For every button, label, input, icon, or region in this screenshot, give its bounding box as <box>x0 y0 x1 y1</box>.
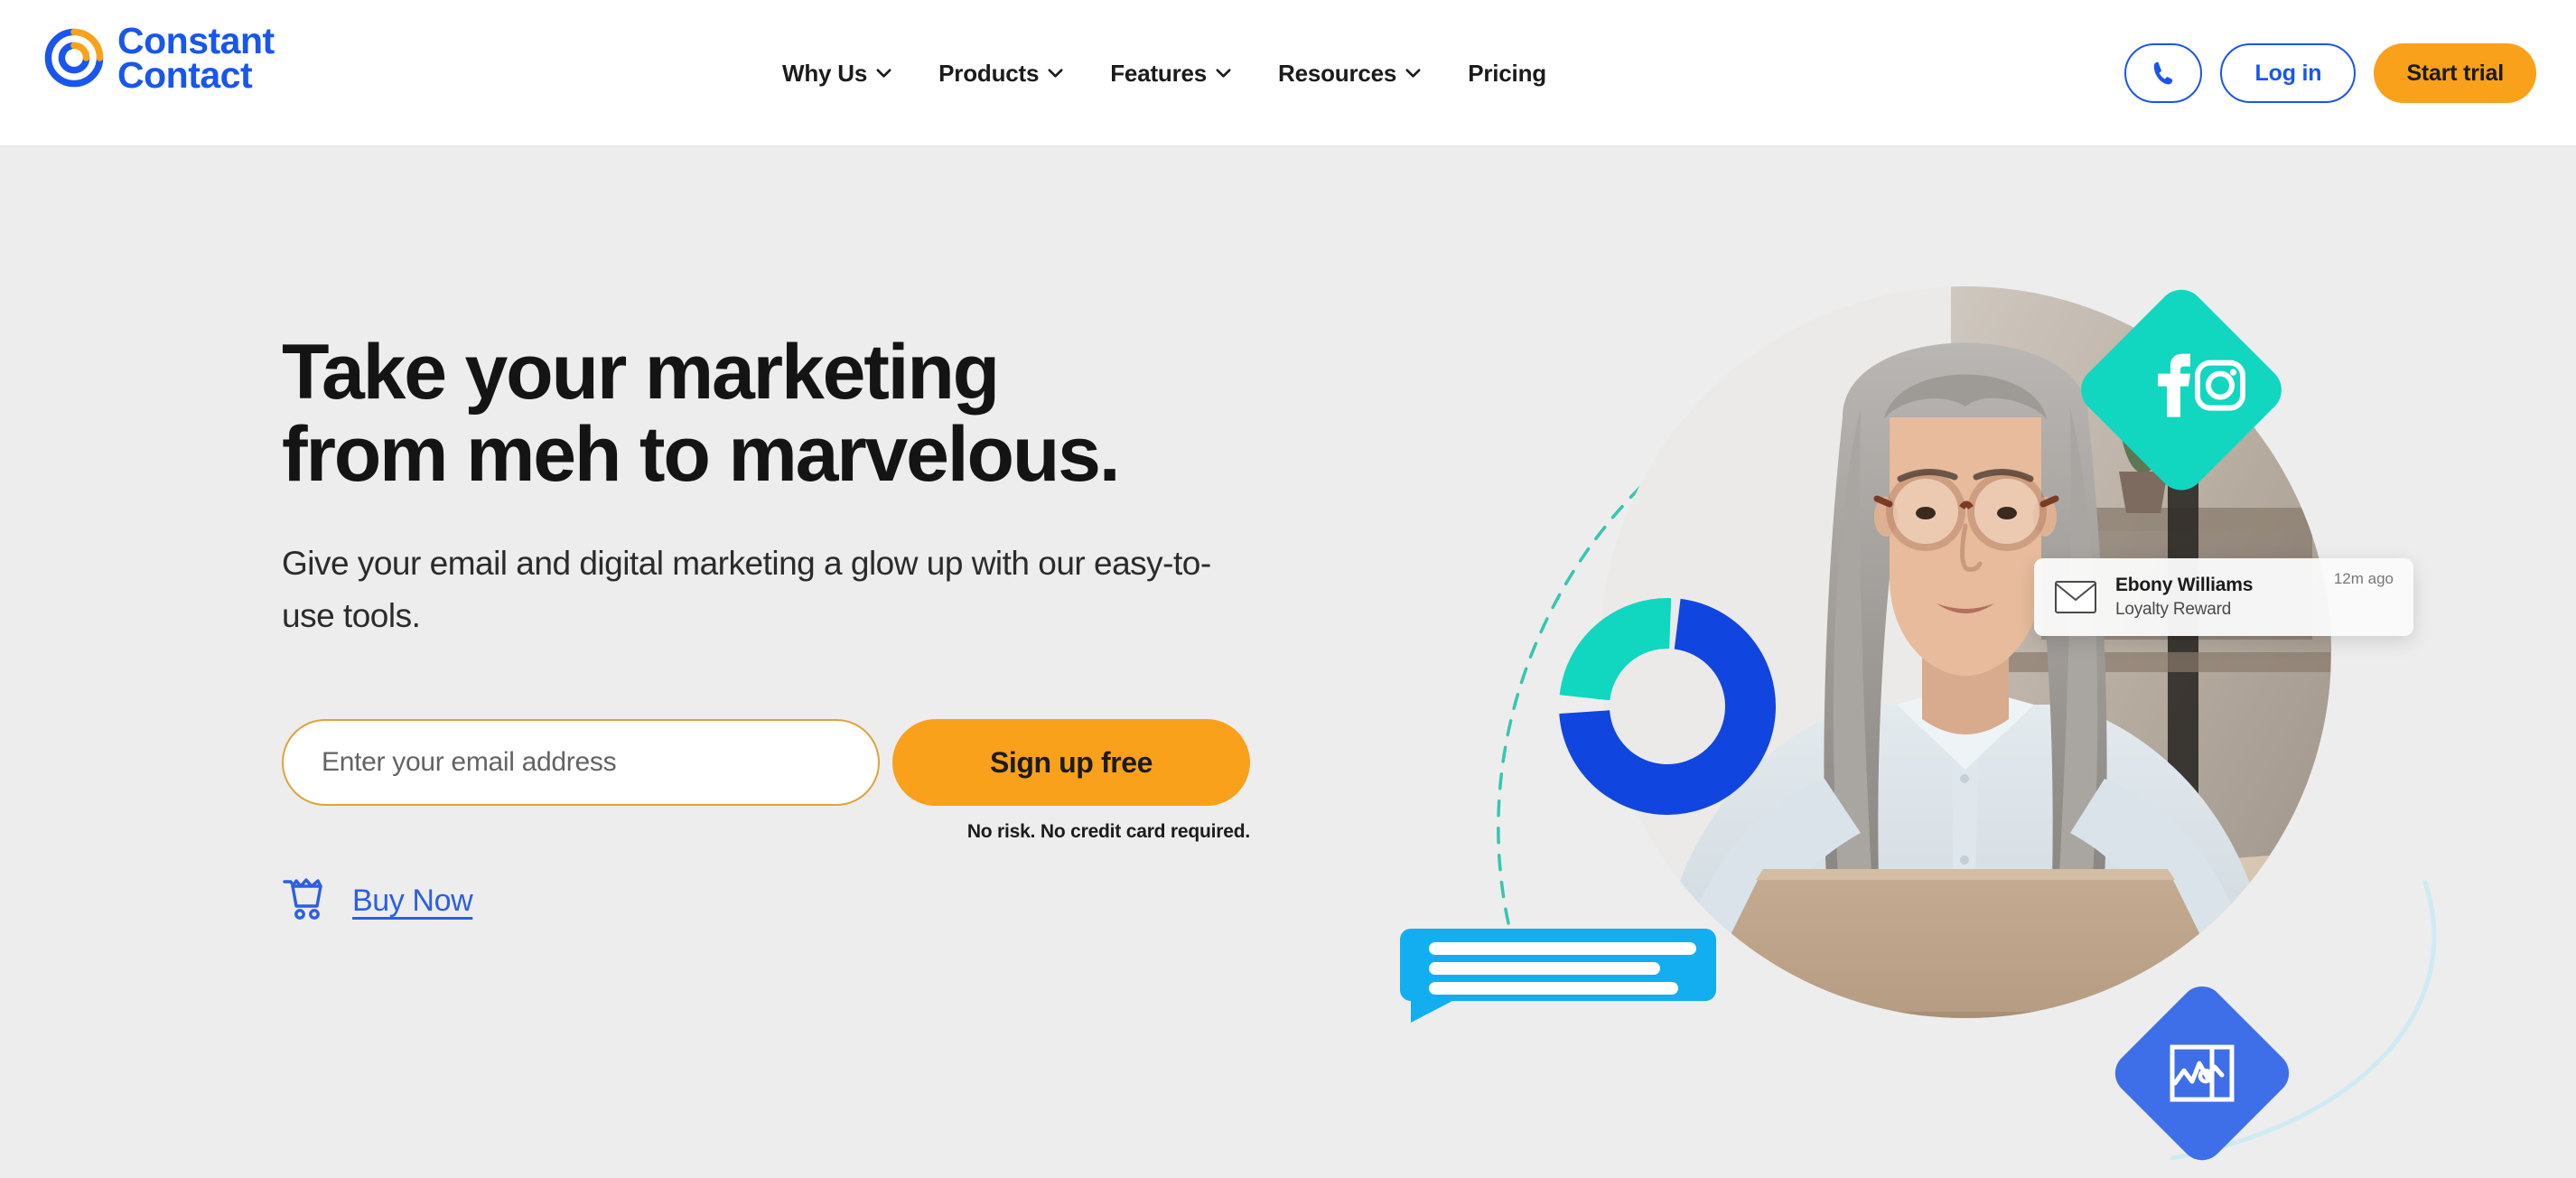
login-button[interactable]: Log in <box>2220 43 2357 103</box>
nav-item-products[interactable]: Products <box>915 51 1087 97</box>
buy-now-label: Buy Now <box>352 884 473 918</box>
chevron-down-icon <box>876 69 891 78</box>
hero-subheadline: Give your email and digital marketing a … <box>282 538 1212 641</box>
sign-up-free-button[interactable]: Sign up free <box>892 719 1250 806</box>
site-header: Constant Contact Why Us Products Feature… <box>0 0 2576 146</box>
bubble-line-2 <box>1429 962 1660 975</box>
bubble-line-1 <box>1429 942 1696 955</box>
logo-wordmark: Constant Contact <box>117 20 275 97</box>
hero-art-canvas <box>1400 286 2437 1161</box>
start-trial-button[interactable]: Start trial <box>2374 43 2536 103</box>
nav-item-features[interactable]: Features <box>1087 51 1255 97</box>
envelope-icon <box>2054 580 2097 614</box>
hero-section: Take your marketing from meh to marvelou… <box>0 146 2576 1178</box>
shopping-cart-glyph <box>283 878 322 920</box>
nav-label-products: Products <box>938 59 1040 87</box>
nav-label-pricing: Pricing <box>1468 59 1546 87</box>
shopping-cart-icon <box>282 877 332 925</box>
buy-now-link[interactable]: Buy Now <box>282 877 473 925</box>
analytics-badge-graphic <box>2114 986 2290 1161</box>
phone-button[interactable] <box>2124 43 2203 103</box>
nav-label-why-us: Why Us <box>782 59 868 87</box>
phone-icon <box>2154 61 2173 85</box>
hero-illustration: Ebony Williams Loyalty Reward 12m ago <box>1355 146 2576 1178</box>
notification-timestamp: 12m ago <box>2333 570 2394 587</box>
nav-label-resources: Resources <box>1278 59 1397 87</box>
bubble-line-3 <box>1429 982 1678 995</box>
constant-contact-swirl-icon <box>44 28 104 88</box>
nav-item-why-us[interactable]: Why Us <box>759 51 915 97</box>
hero-headline: Take your marketing from meh to marvelou… <box>282 329 1366 499</box>
main-navigation: Why Us Products Features Resources Prici… <box>759 0 1570 146</box>
signup-disclaimer: No risk. No credit card required. <box>966 821 1250 842</box>
notification-subject: Loyalty Reward <box>2115 600 2232 619</box>
headline-line-1: Take your marketing <box>282 329 1000 416</box>
chevron-down-icon <box>1405 69 1421 78</box>
header-actions: Log in Start trial <box>2124 0 2536 146</box>
logo-constant-contact[interactable]: Constant Contact <box>43 20 275 97</box>
logo-word-line2: Contact <box>117 54 253 97</box>
notification-card[interactable]: Ebony Williams Loyalty Reward 12m ago <box>2034 558 2413 636</box>
chevron-down-icon <box>1048 69 1063 78</box>
nav-label-features: Features <box>1110 59 1208 87</box>
logo-mark-icon <box>43 27 105 89</box>
laptop <box>1691 869 2240 1015</box>
chevron-down-icon <box>1216 69 1231 78</box>
hero-copy: Take your marketing from meh to marvelou… <box>282 329 1366 925</box>
nav-item-pricing[interactable]: Pricing <box>1444 51 1570 97</box>
nav-item-resources[interactable]: Resources <box>1255 51 1444 97</box>
message-bubble-graphic <box>1400 929 1716 1023</box>
headline-line-2: from meh to marvelous. <box>282 411 1121 499</box>
subhead-line-1: Give your email and digital marketing a … <box>282 545 963 583</box>
email-input[interactable] <box>282 719 880 806</box>
logo-word-line1: Constant <box>117 20 275 61</box>
signup-form: Sign up free <box>282 719 1366 806</box>
envelope-glyph <box>2055 581 2096 613</box>
